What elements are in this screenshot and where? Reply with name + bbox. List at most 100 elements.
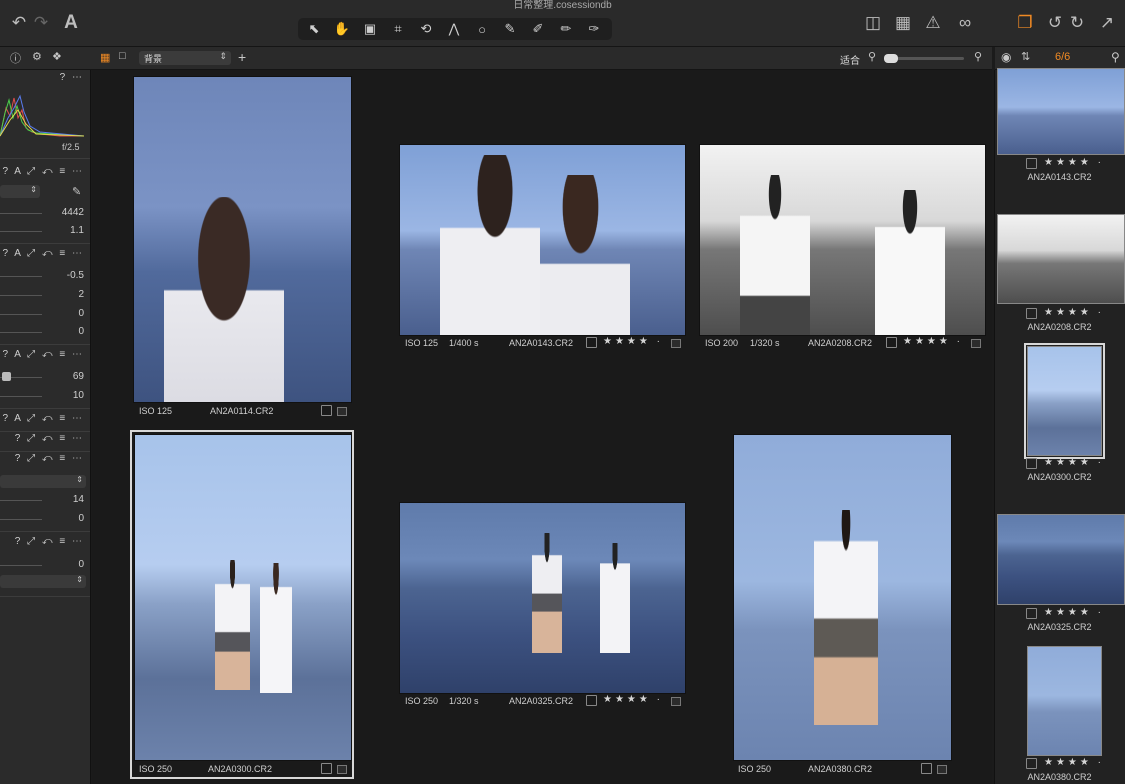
histogram-header-icons[interactable]: ? ⋯ [60, 72, 84, 83]
kelvin-value[interactable]: 4442 [62, 207, 84, 218]
vignette-value[interactable]: 0 [78, 559, 84, 570]
slider-handle[interactable] [2, 372, 11, 381]
warning-icon[interactable]: ⚠ [922, 12, 944, 34]
proof-glasses-icon[interactable]: ∞ [952, 12, 978, 34]
select-checkbox[interactable] [586, 337, 597, 348]
picker-tool-icon[interactable]: ✎ [496, 18, 524, 40]
zoom-slider[interactable] [884, 54, 964, 63]
rotate-tool-icon[interactable]: ⟲ [412, 18, 440, 40]
select-checkbox[interactable] [586, 695, 597, 706]
star-rating[interactable]: ★★★★ · [1044, 157, 1104, 168]
structure-value[interactable]: 0 [78, 513, 84, 524]
structure-row[interactable]: 0 [0, 510, 90, 528]
section1-header-icons[interactable]: ? A ⤢ ↶ ≡ ⋯ [2, 166, 84, 177]
pan-tool-icon[interactable]: ✋ [328, 18, 356, 40]
star-rating[interactable]: ★★★★ · [903, 336, 963, 347]
undo-icon[interactable]: ↶ [8, 12, 30, 34]
star-rating[interactable]: ★★★★ · [1044, 307, 1104, 318]
photo-thumbnail[interactable] [133, 76, 352, 403]
select-tool-icon[interactable]: ⬉ [300, 18, 328, 40]
rotate-left-icon[interactable]: ↺ [1044, 12, 1066, 34]
section7-header-icons[interactable]: ? ⤢ ↶ ≡ ⋯ [15, 536, 84, 547]
picker-icon[interactable]: ✎ [72, 185, 81, 198]
shadow-value[interactable]: 10 [73, 390, 84, 401]
single-view-icon[interactable]: □ [119, 50, 126, 62]
compare-icon[interactable]: ◫ [862, 12, 884, 34]
section3-header-icons[interactable]: ? A ⤢ ↶ ≡ ⋯ [2, 349, 84, 360]
fit-label[interactable]: 适合 [840, 52, 860, 67]
curve-channel-select[interactable]: ⇕ [0, 475, 86, 488]
brightness-row[interactable]: 0 [0, 305, 90, 323]
clarity-value[interactable]: 14 [73, 494, 84, 505]
gradient-tool-icon[interactable]: ✑ [580, 18, 608, 40]
section4-header-icons[interactable]: ? A ⤢ ↶ ≡ ⋯ [2, 413, 84, 424]
select-checkbox[interactable] [1026, 158, 1037, 169]
info-icon[interactable]: ⓘ [10, 50, 21, 66]
redo-icon[interactable]: ↷ [30, 12, 52, 34]
photo-thumbnail[interactable] [399, 502, 686, 694]
star-rating[interactable]: ★★★★ · [603, 336, 663, 347]
select-checkbox[interactable] [1026, 458, 1037, 469]
tint-row[interactable]: 1.1 [0, 222, 90, 240]
star-rating[interactable]: ★★★★ · [1044, 457, 1104, 468]
select-checkbox[interactable] [1026, 608, 1037, 619]
rotate-right-icon[interactable]: ↻ [1066, 12, 1088, 34]
spot-tool-icon[interactable]: ○ [468, 18, 496, 40]
text-icon[interactable]: A [60, 12, 82, 34]
sort-icon[interactable]: ⇅ [1021, 50, 1030, 63]
clarity-row[interactable]: 14 [0, 491, 90, 509]
shadow-row[interactable]: 10 [0, 387, 90, 405]
add-icon[interactable]: + [238, 49, 246, 65]
select-checkbox[interactable] [321, 405, 332, 416]
vignette-method-select[interactable]: ⇕ [0, 575, 86, 588]
saturation-row[interactable]: 0 [0, 323, 90, 341]
collection-select[interactable]: 背景 ⇕ [139, 51, 231, 65]
zoom-in-icon[interactable]: ⚲ [974, 50, 982, 63]
tint-value[interactable]: 1.1 [70, 225, 84, 236]
adjust-icon[interactable]: ❖ [52, 50, 62, 63]
gear-icon[interactable]: ⚙ [32, 50, 42, 63]
brightness-value[interactable]: 0 [78, 308, 84, 319]
filmstrip-thumbnail-selected[interactable] [1024, 343, 1105, 459]
loupe-tool-icon[interactable]: ▣ [356, 18, 384, 40]
grid-view-icon[interactable]: ▦ [100, 51, 110, 64]
crop-tool-icon[interactable]: ⌗ [384, 18, 412, 40]
select-checkbox[interactable] [321, 763, 332, 774]
select-checkbox[interactable] [921, 763, 932, 774]
kelvin-row[interactable]: 4442 [0, 204, 90, 222]
star-rating[interactable]: ★★★★ · [1044, 757, 1104, 768]
highlight-value[interactable]: 69 [73, 371, 84, 382]
contrast-value[interactable]: 2 [78, 289, 84, 300]
filmstrip-thumbnail[interactable] [997, 214, 1125, 304]
exposure-row[interactable]: -0.5 [0, 267, 90, 285]
section6-header-icons[interactable]: ? ⤢ ↶ ≡ ⋯ [15, 453, 84, 464]
white-balance-mode-select[interactable]: ⇕ [0, 185, 40, 198]
eye-icon[interactable]: ◉ [1001, 50, 1011, 64]
photo-thumbnail[interactable] [134, 434, 352, 761]
eraser-tool-icon[interactable]: ✏ [552, 18, 580, 40]
star-rating[interactable]: ★★★★ · [603, 694, 663, 705]
star-rating[interactable]: ★★★★ · [1044, 607, 1104, 618]
contrast-row[interactable]: 2 [0, 286, 90, 304]
filmstrip-thumbnail[interactable] [997, 514, 1125, 605]
photo-thumbnail[interactable] [699, 144, 986, 336]
photo-thumbnail[interactable] [399, 144, 686, 336]
variants-icon[interactable]: ❐ [1014, 12, 1036, 34]
brush-tool-icon[interactable]: ✐ [524, 18, 552, 40]
section5-header-icons[interactable]: ? ⤢ ↶ ≡ ⋯ [15, 433, 84, 444]
highlight-row[interactable]: 69 [0, 368, 90, 386]
exposure-value[interactable]: -0.5 [67, 270, 84, 281]
zoom-out-icon[interactable]: ⚲ [868, 50, 876, 63]
select-checkbox[interactable] [1026, 758, 1037, 769]
saturation-value[interactable]: 0 [78, 326, 84, 337]
search-icon[interactable]: ⚲ [1111, 50, 1120, 64]
keystone-tool-icon[interactable]: ⋀ [440, 18, 468, 40]
select-checkbox[interactable] [1026, 308, 1037, 319]
filmstrip-thumbnail[interactable] [997, 68, 1125, 155]
filmstrip-thumbnail[interactable] [1027, 646, 1102, 756]
vignette-row[interactable]: 0 [0, 556, 90, 574]
photo-thumbnail[interactable] [733, 434, 952, 761]
section2-header-icons[interactable]: ? A ⤢ ↶ ≡ ⋯ [2, 248, 84, 259]
grid-icon[interactable]: ▦ [892, 12, 914, 34]
zoom-slider-handle[interactable] [884, 54, 898, 63]
